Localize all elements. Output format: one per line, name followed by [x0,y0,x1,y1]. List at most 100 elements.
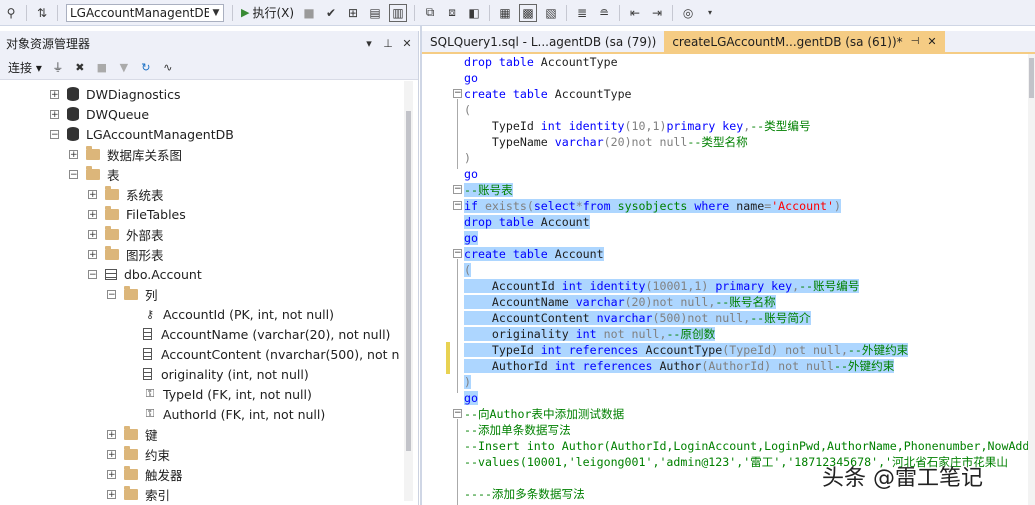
code-line[interactable]: go [464,70,478,86]
close-icon[interactable]: ✕ [399,37,415,50]
code-line[interactable]: ( [464,262,471,278]
tree-node[interactable]: + FileTables [88,204,186,224]
tree-node[interactable]: + 数据库关系图 [69,144,182,164]
query-options-icon[interactable]: ▤ [367,5,383,21]
database-select[interactable]: LGAccountManagentDB ▼ [66,3,224,22]
code-line[interactable]: create table Account [464,246,604,262]
tree-node[interactable]: − 列 [107,284,158,304]
window-position-icon[interactable]: ▾ [361,37,377,50]
stop-icon[interactable]: ■ [94,61,110,74]
code-line[interactable]: create table AccountType [464,86,632,102]
client-stats-icon[interactable]: ⧈ [444,5,460,21]
decrease-indent-icon[interactable]: ⇤ [627,5,643,21]
code-line[interactable]: if exists(select*from sysobjects where n… [464,198,841,214]
code-line[interactable]: ----添加多条数据写法 [464,486,585,502]
tree-node[interactable]: AccountContent (nvarchar(500), not null) [126,344,400,364]
tree-node[interactable]: + 索引 [107,484,170,504]
activity-monitor-icon[interactable]: ∿ [160,61,176,74]
tree-node[interactable]: + 系统表 [88,184,164,204]
available-databases-icon[interactable]: ⇅ [34,5,50,21]
tree-scrollbar[interactable] [404,81,413,501]
tree-node[interactable]: − dbo.Account [88,264,202,284]
connect-button[interactable]: 连接 ▾ [8,59,42,76]
pin-icon[interactable]: ⊥ [380,37,396,50]
expand-icon[interactable]: + [107,489,116,499]
close-tab-icon[interactable]: ✕ [927,35,936,48]
collapse-icon[interactable]: − [88,269,97,279]
tree-node[interactable]: − 表 [69,164,120,184]
disconnect-icon[interactable]: ✖ [72,61,88,74]
code-line[interactable]: go [464,390,478,406]
tree-node[interactable]: + DWQueue [50,104,149,124]
tree-node[interactable]: ⚷ AccountId (PK, int, not null) [126,304,334,324]
expand-icon[interactable]: + [107,449,116,459]
expand-icon[interactable]: + [50,109,59,119]
collapse-icon[interactable]: − [453,249,462,258]
collapse-icon[interactable]: − [107,289,116,299]
collapse-icon[interactable]: − [50,129,59,139]
expand-icon[interactable]: + [88,229,97,239]
parse-check-icon[interactable]: ✔ [323,5,339,21]
code-line[interactable]: drop table Account [464,214,590,230]
expand-icon[interactable]: + [88,209,97,219]
editor-scrollbar-thumb[interactable] [1029,58,1034,98]
connect-plug-icon[interactable]: ⏚ [50,59,66,75]
toolbar-overflow-icon[interactable]: ▾ [702,5,718,21]
increase-indent-icon[interactable]: ⇥ [649,5,665,21]
tree-node[interactable]: ⚿ AuthorId (FK, int, not null) [126,404,325,424]
expand-icon[interactable]: + [50,89,59,99]
tree-scrollbar-thumb[interactable] [406,111,411,451]
code-line[interactable]: drop table AccountType [464,54,618,70]
code-line[interactable]: --账号表 [464,182,513,198]
code-line[interactable]: AuthorId int references Author(AuthorId)… [464,358,895,374]
sql-editor[interactable]: − − − − − drop table AccountType go create… [422,54,1035,505]
tree-node[interactable]: + 外部表 [88,224,164,244]
estimated-plan-icon[interactable]: ⊞ [345,5,361,21]
expand-icon[interactable]: + [107,469,116,479]
tree-node[interactable]: + 图形表 [88,244,164,264]
tree-node[interactable]: ⚿ TypeId (FK, int, not null) [126,384,312,404]
expand-icon[interactable]: + [107,429,116,439]
code-line[interactable]: TypeName varchar(20)not null--类型名称 [464,134,748,150]
include-plan-icon[interactable]: ⧉ [422,5,438,21]
code-line[interactable]: AccountContent nvarchar(500)not null,--账… [464,310,811,326]
collapse-icon[interactable]: − [453,409,462,418]
debug-icon[interactable]: ⚲ [3,5,19,21]
code-line[interactable]: --Insert into Author(AuthorId,LoginAccou… [464,438,1029,454]
tab-create-script[interactable]: createLGAccountM...gentDB (sa (61))* ⊣ ✕ [664,31,945,52]
results-to-file-icon[interactable]: ▧ [543,5,559,21]
code-line[interactable]: ) [464,150,471,166]
code-line[interactable]: TypeId int identity(10,1)primary key,--类… [464,118,811,134]
expand-icon[interactable]: + [88,249,97,259]
editor-scrollbar[interactable] [1028,54,1035,505]
results-text-icon[interactable]: ▦ [497,5,513,21]
code-line[interactable]: --向Author表中添加测试数据 [464,406,624,422]
code-line[interactable]: --添加单条数据写法 [464,422,571,438]
code-line[interactable]: go [464,166,478,182]
results-to-grid-icon[interactable]: ▩ [519,3,538,22]
tree-node[interactable]: + 触发器 [107,464,183,484]
expand-icon[interactable]: + [88,189,97,199]
code-line[interactable]: AccountId int identity(10001,1) primary … [464,278,860,294]
code-line[interactable]: TypeId int references AccountType(TypeId… [464,342,909,358]
code-line[interactable]: AccountName varchar(20)not null,--账号名称 [464,294,776,310]
tree-node[interactable]: + DWDiagnostics [50,84,181,104]
comment-icon[interactable]: ≣ [574,5,590,21]
collapse-icon[interactable]: − [69,169,78,179]
tree-node[interactable]: + 约束 [107,444,170,464]
results-grid-icon[interactable]: ▥ [389,3,408,22]
collapse-icon[interactable]: − [453,185,462,194]
filter-icon[interactable]: ▼ [116,61,132,74]
execute-button[interactable]: ▶ 执行(X) [241,4,294,21]
uncomment-icon[interactable]: ≘ [596,5,612,21]
tree-node[interactable]: AccountName (varchar(20), not null) [126,324,390,344]
stop-icon[interactable]: ■ [301,5,317,21]
collapse-icon[interactable]: − [453,89,462,98]
pin-icon[interactable]: ⊣ [911,36,920,47]
refresh-icon[interactable]: ↻ [138,61,154,74]
tree-node[interactable]: + 键 [107,424,158,444]
live-stats-icon[interactable]: ◧ [466,5,482,21]
tab-sqlquery1[interactable]: SQLQuery1.sql - L...agentDB (sa (79)) [422,31,664,52]
code-line[interactable]: ( [464,102,471,118]
expand-icon[interactable]: + [69,149,78,159]
